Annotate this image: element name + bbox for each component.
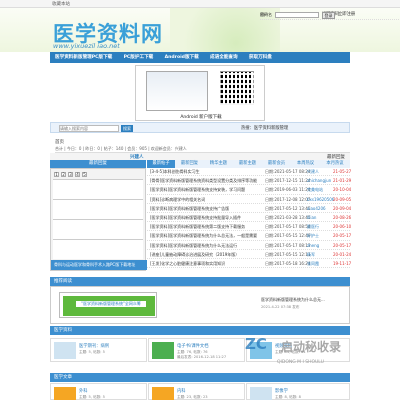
thread-tabs: 最新帖子 最新回复 精华主题 最新主题 最新会员 本周热议 本月热议	[147, 160, 350, 168]
thread-row[interactable]: [医学资料]医学资料新版管理系统支持安装，学习问题 日期:2019-06-03 1…	[147, 186, 351, 195]
nav-item-android[interactable]: Android版下载	[160, 52, 204, 63]
recommend-image-text: "医学资料新版管理系统"全网众筹	[76, 301, 146, 307]
tab-featured[interactable]: 精华主题	[204, 160, 233, 168]
forum-card[interactable]: 医学期刊：病例 主题: 5, 帖数: 5	[50, 338, 147, 362]
tab-latest-topics[interactable]: 最新主题	[233, 160, 262, 168]
forum-thumb-icon	[152, 342, 174, 359]
slide-page-3[interactable]: 3	[68, 172, 73, 177]
section-medical-materials-title: 医学资料	[50, 326, 350, 335]
favorites-bar: 收藏本站	[0, 0, 400, 8]
nav-item-idiom[interactable]: 成语全能查询	[205, 52, 243, 63]
forum-card[interactable]: 电子书/课件文档 主题: 76, 帖数: 76 最后发表: 2016-12-18…	[148, 338, 245, 362]
thread-row[interactable]: [医学资料]医学资料新版管理系统支持广告版 日期:2017-05-12 13:45…	[147, 205, 351, 213]
watermark-logo: ZC 启动秘收录 QIDONG M I SHOULU	[245, 335, 342, 365]
section-medical-articles-title: 医学文章	[50, 373, 350, 382]
thread-row[interactable]: [医学资料]医学资料新版管理系统为什么无法运行 日期:2017-05-17 08:…	[147, 242, 351, 250]
slideshow-title: 最新回复	[50, 160, 146, 168]
slide-page-4[interactable]: 4	[75, 172, 80, 177]
thread-row[interactable]: [医学资料]医学资料新版管理系统支持批量导入插件 日期:2021-03-28 13…	[147, 214, 351, 223]
thread-row[interactable]: [讲座]儿童抽动障碍诊治进展及研究（2019年版） 日期:2017-05-15 1…	[147, 251, 351, 259]
banner-caption: Android 新户版下载	[180, 115, 222, 120]
forum-card[interactable]: 外科 主题: 5, 帖数: 5	[50, 383, 147, 400]
thread-row[interactable]: [王发]化学之心脏健康注意事项和实用知识 日期:2017-05-18 16:24 张…	[147, 260, 351, 269]
forum-card[interactable]: 内科 主题: 23, 帖数: 23	[148, 383, 245, 400]
app-screenshot-image	[146, 71, 208, 111]
slide-caption[interactable]: 骨科与运动医学和骨科手术入路PC版下载地址	[51, 260, 147, 270]
slideshow[interactable]: 1 2 3 4 5 骨科与运动医学和骨科手术入路PC版下载地址	[50, 168, 147, 271]
site-url: www.yixuezil iao.net	[53, 42, 120, 50]
forum-stats: 合计 | 今日：0 | 昨日：0 | 帖子：140 | 会员：905 | 欢迎新…	[55, 146, 350, 153]
tab-monthly-hot[interactable]: 本月热议	[320, 160, 350, 168]
recommend-link[interactable]: 医学资料新版管理系统为什么总无...	[261, 297, 325, 303]
forum-thumb-icon	[54, 342, 76, 359]
forum-card[interactable]: 影像学 主题: 8, 帖数: 8	[246, 383, 350, 400]
thread-row[interactable]: [医学资料]医学资料新版管理系统第二版支持下载服务 日期:2017-05-17 0…	[147, 223, 351, 232]
slide-page-5[interactable]: 5	[82, 172, 87, 177]
recommend-box: "医学资料新版管理系统"全网众筹 医学资料新版管理系统为什么总无... 2021…	[50, 286, 350, 324]
breadcrumb[interactable]: 首页	[55, 139, 64, 145]
thread-row[interactable]: [医学资料]医学资料新版管理系统为什么总无法，一般是需要 日期:2017-05-1…	[147, 232, 351, 241]
forum-thumb-icon	[54, 387, 76, 400]
tab-latest-posts[interactable]: 最新帖子	[147, 160, 175, 168]
nav-item-pc[interactable]: 医学资料新版管理PC版下载	[50, 52, 117, 63]
login-button[interactable]: 登录	[322, 11, 335, 19]
header: 医学资料网 www.yixuezil iao.net 用户名 找回密码 密码 登…	[0, 8, 400, 52]
main-nav: 医学资料新版管理PC版下载 PC版护工下载 Android版下载 成语全能查询 …	[50, 52, 350, 63]
thread-row[interactable]: [骨骨]医学资料新版管理系统资料类型设置分类及排序等功能 日期:2017-12-1…	[147, 177, 351, 186]
tab-latest-replies[interactable]: 最新回复	[175, 160, 204, 168]
thread-row[interactable]: [3-4-5]本科创伤骨科实习生 日期:2021-05-17 08:24 兴建人 21…	[147, 168, 351, 177]
favorite-link[interactable]: 收藏本站	[52, 1, 70, 7]
thread-row[interactable]: [资料]诊断病理学中的相关名词 日期:2017-12-08 12:07 bxs196…	[147, 196, 351, 204]
search-input[interactable]	[59, 125, 119, 132]
nav-item-disk[interactable]: 获取万科盘	[244, 52, 277, 63]
forum-thumb-icon	[250, 387, 272, 400]
slide-page-1[interactable]: 1	[54, 172, 59, 177]
search-button[interactable]: 搜索	[121, 125, 133, 132]
recommend-title: 推荐阅读	[50, 277, 350, 286]
tab-weekly-hot[interactable]: 本周热议	[291, 160, 320, 168]
recommend-image[interactable]: "医学资料新版管理系统"全网众筹	[59, 292, 157, 318]
app-banner[interactable]: Android 新户版下载	[135, 65, 265, 121]
nav-item-pc-helper[interactable]: PC版护工下载	[119, 52, 159, 63]
forum-thumb-icon	[152, 387, 174, 400]
slide-page-2[interactable]: 2	[61, 172, 66, 177]
hot-search[interactable]: 热搜：医学资料新版管理	[241, 125, 288, 131]
search-bar: 搜索 热搜：医学资料新版管理	[50, 122, 350, 133]
slide-image[interactable]	[53, 179, 143, 259]
recommend-date: 2021-4-22 07:38 发布	[261, 305, 300, 309]
password-input[interactable]	[275, 12, 319, 18]
register-link[interactable]: 立即注册	[338, 11, 355, 19]
password-label: 密码	[260, 12, 268, 17]
tab-latest-members[interactable]: 最新会员	[262, 160, 291, 168]
